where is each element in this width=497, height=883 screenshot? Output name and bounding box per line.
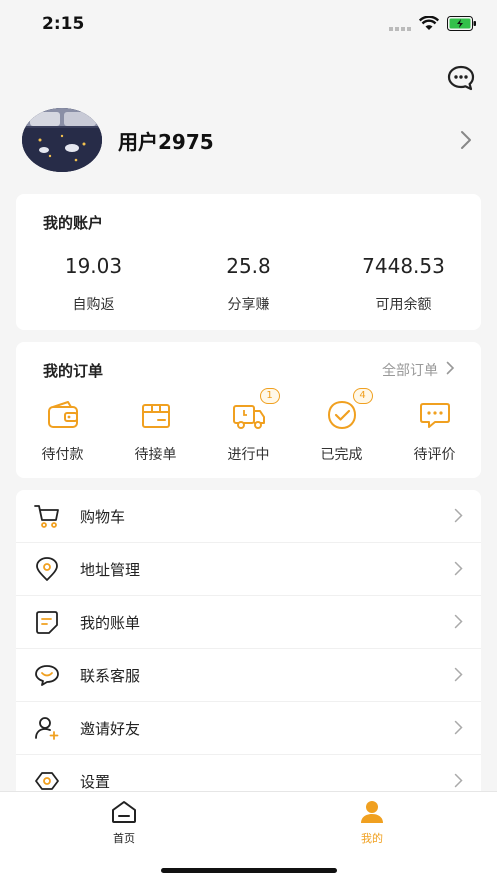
status-time: 2:15: [42, 14, 85, 34]
invite-friend-icon: [34, 715, 60, 741]
tab-label: 我的: [361, 832, 383, 845]
stat-label: 自购返: [72, 297, 115, 313]
stat-self-purchase-rebate[interactable]: 19.03 自购返: [16, 254, 171, 314]
tab-label: 首页: [113, 832, 135, 845]
all-orders-label: 全部订单: [382, 363, 438, 379]
box-icon: [139, 398, 173, 432]
check-badge-icon: 4: [325, 388, 373, 432]
chevron-right-icon: [460, 130, 472, 154]
menu-item-label: 地址管理: [80, 561, 141, 579]
menu-item-label: 我的账单: [80, 614, 141, 632]
home-indicator: [161, 868, 337, 873]
menu-item-label: 设置: [80, 773, 111, 791]
menu-item-bill[interactable]: 我的账单: [16, 596, 481, 649]
account-title: 我的账户: [43, 214, 104, 232]
stat-value: 19.03: [64, 254, 123, 278]
status-bar: 2:15: [0, 0, 497, 50]
order-label: 进行中: [227, 447, 270, 463]
status-icons: [389, 15, 477, 35]
orders-title: 我的订单: [43, 362, 104, 380]
order-pending-payment[interactable]: 待付款: [16, 398, 109, 464]
stat-label: 分享赚: [227, 297, 270, 313]
chevron-right-icon: [454, 773, 463, 791]
chevron-right-icon: [454, 561, 463, 580]
profile-icon: [358, 801, 386, 828]
stat-label: 可用余额: [375, 297, 432, 313]
wallet-icon: [46, 398, 80, 432]
wifi-icon: [418, 15, 440, 35]
cart-icon: [34, 503, 60, 529]
chevron-right-icon: [454, 614, 463, 633]
customer-service-icon: [34, 662, 60, 688]
stat-value: 7448.53: [362, 254, 445, 278]
all-orders-link[interactable]: 全部订单: [382, 360, 455, 380]
signal-icon: [389, 16, 411, 35]
menu-item-address[interactable]: 地址管理: [16, 543, 481, 596]
bill-icon: [34, 609, 60, 635]
battery-icon: [447, 16, 477, 35]
order-awaiting-acceptance[interactable]: 待接单: [109, 398, 202, 464]
chevron-right-icon: [454, 667, 463, 686]
menu-item-label: 联系客服: [80, 667, 141, 685]
chat-bubble-icon: [447, 65, 475, 96]
menu-item-customer-service[interactable]: 联系客服: [16, 649, 481, 702]
profile-header[interactable]: 用户2975: [22, 108, 482, 172]
message-button[interactable]: [447, 64, 475, 92]
location-icon: [34, 556, 60, 582]
orders-card: 我的订单 全部订单 待付款 待接单 1 进行中 4 已完成 待评价: [16, 342, 481, 478]
avatar[interactable]: [22, 108, 102, 172]
account-card: 我的账户 19.03 自购返 25.8 分享赚 7448.53 可用余额: [16, 194, 481, 330]
stat-available-balance[interactable]: 7448.53 可用余额: [326, 254, 481, 314]
menu-item-cart[interactable]: 购物车: [16, 490, 481, 543]
tab-profile[interactable]: 我的: [332, 800, 412, 846]
order-label: 已完成: [320, 447, 363, 463]
order-badge: 1: [259, 388, 280, 404]
order-badge: 4: [352, 388, 373, 404]
stat-share-earnings[interactable]: 25.8 分享赚: [171, 254, 326, 314]
username: 用户2975: [118, 130, 214, 154]
chevron-right-icon: [454, 720, 463, 739]
order-in-progress[interactable]: 1 进行中: [202, 388, 295, 464]
menu-item-settings[interactable]: 设置: [16, 755, 481, 791]
chevron-right-icon: [446, 361, 455, 379]
menu-list: 购物车 地址管理 我的账单 联系客服 邀请好友 设置: [16, 490, 481, 791]
menu-item-label: 购物车: [80, 508, 126, 526]
stat-value: 25.8: [226, 254, 271, 278]
order-pending-review[interactable]: 待评价: [388, 398, 481, 464]
chevron-right-icon: [454, 508, 463, 527]
menu-item-invite-friend[interactable]: 邀请好友: [16, 702, 481, 755]
home-icon: [110, 801, 138, 828]
comment-icon: [418, 398, 452, 432]
order-completed[interactable]: 4 已完成: [295, 388, 388, 464]
order-label: 待接单: [134, 447, 177, 463]
menu-item-label: 邀请好友: [80, 720, 141, 738]
order-label: 待付款: [41, 447, 84, 463]
settings-icon: [34, 768, 60, 791]
tab-home[interactable]: 首页: [84, 800, 164, 846]
order-label: 待评价: [413, 447, 456, 463]
truck-icon: 1: [232, 388, 280, 432]
